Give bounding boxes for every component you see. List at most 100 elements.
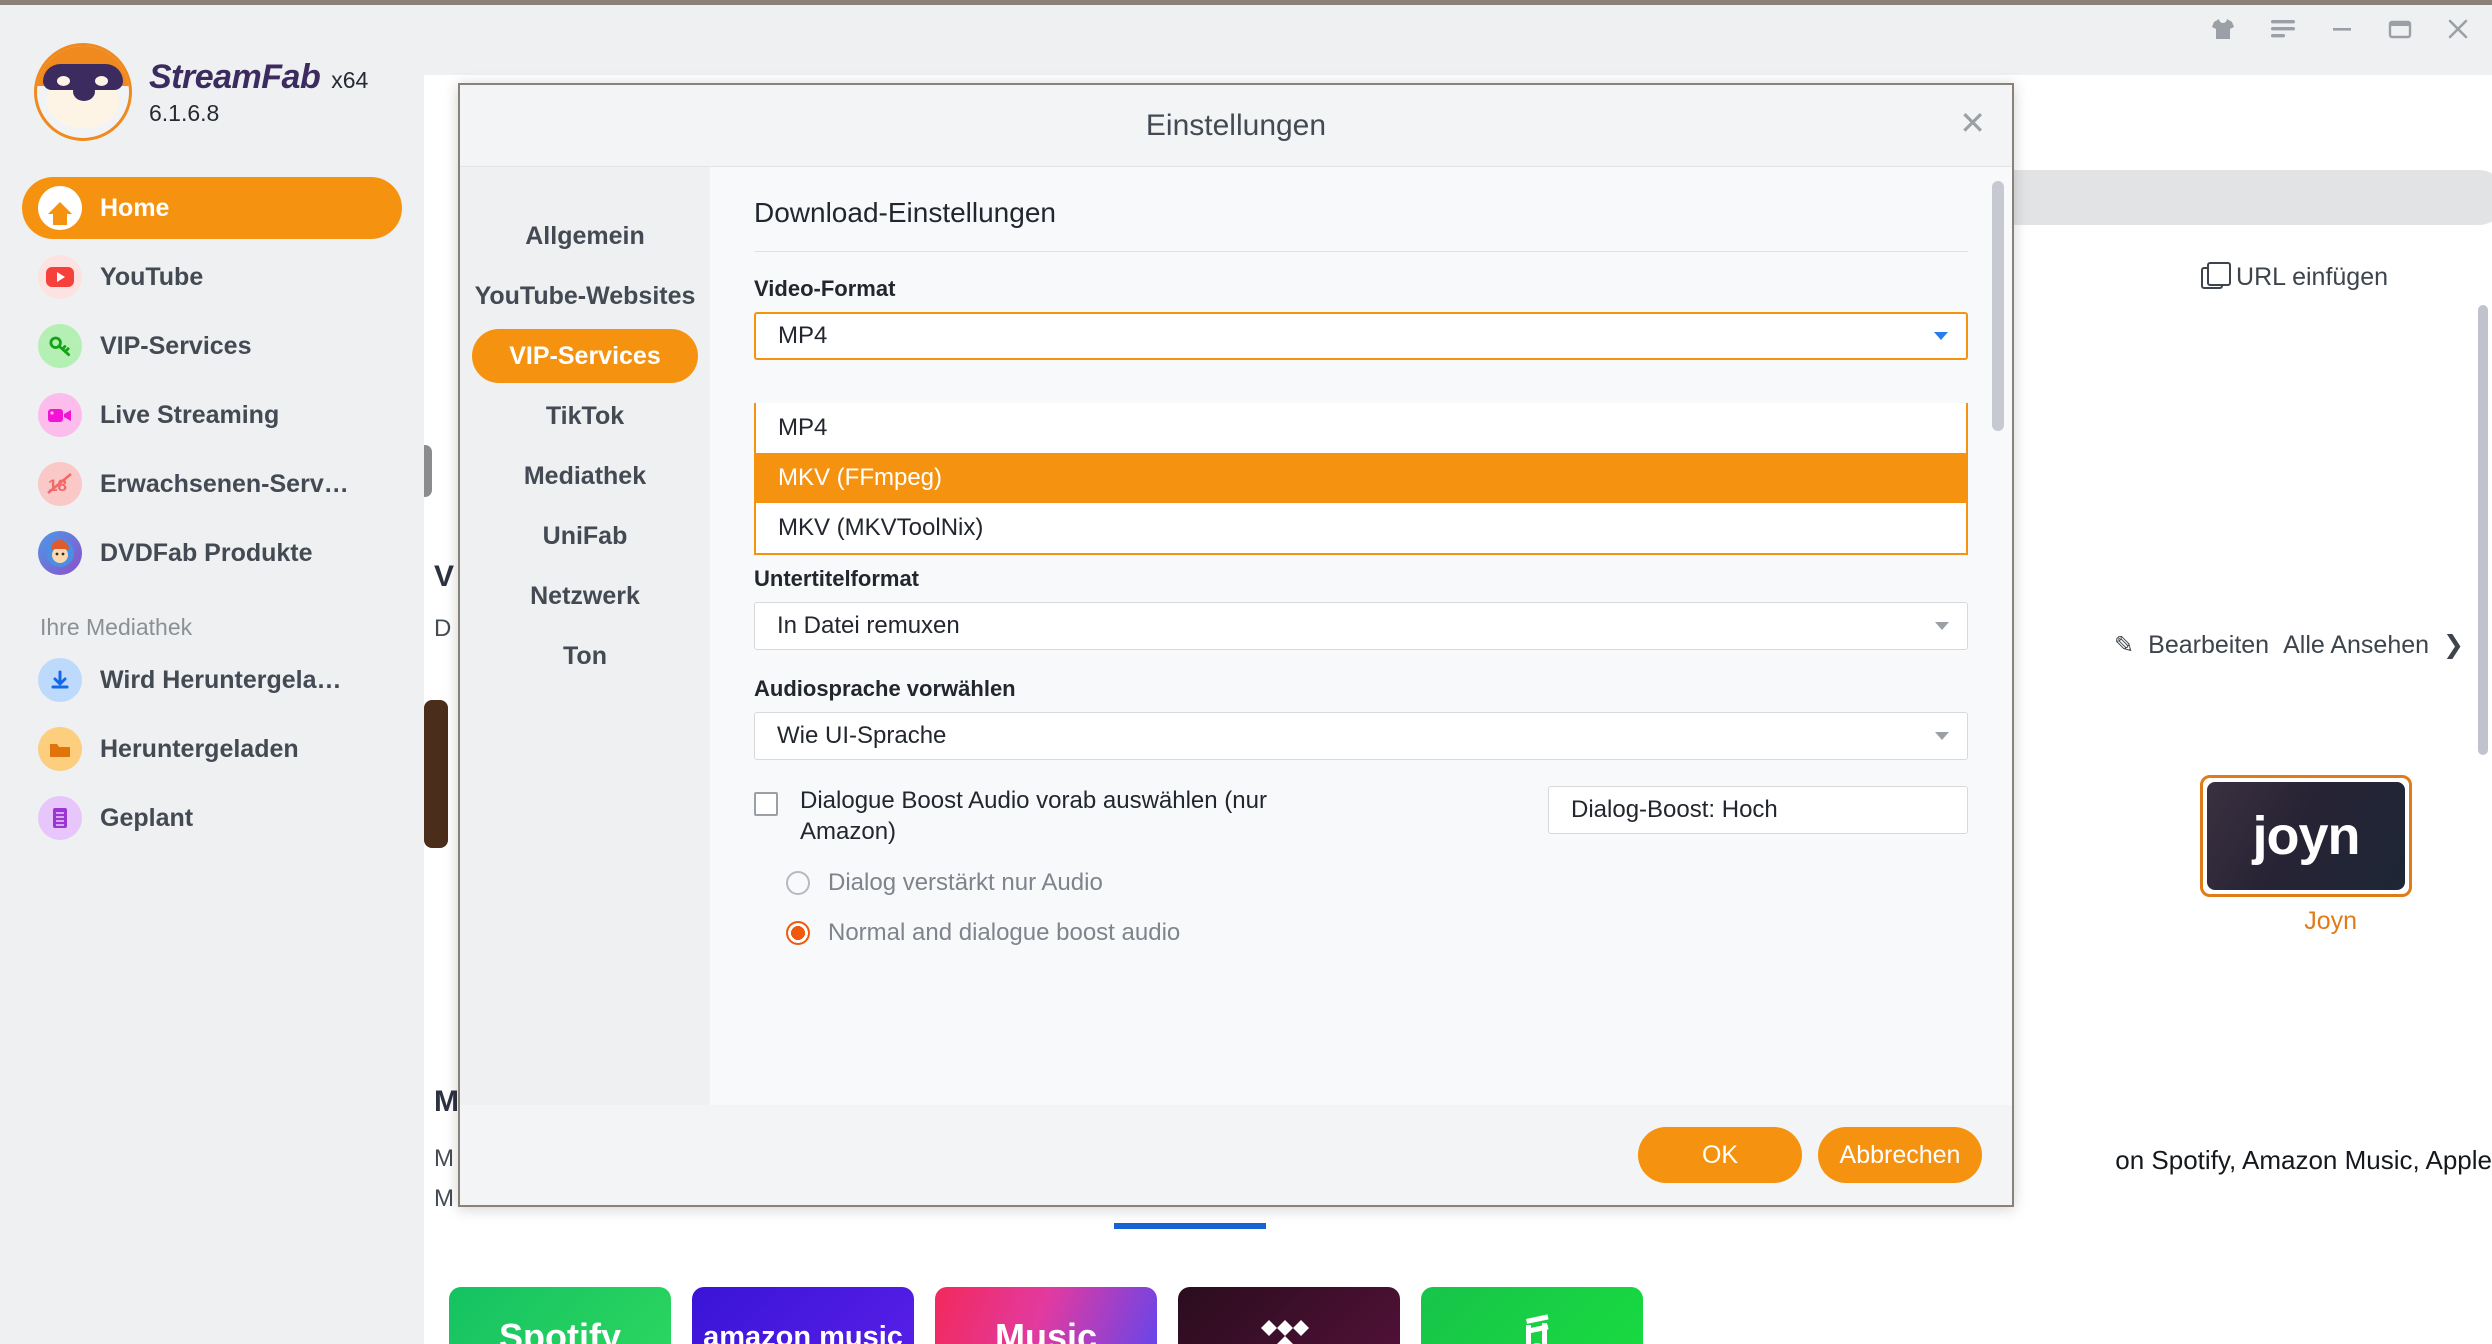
sidebar-nav: Home YouTube VIP-Services Live Streaming xyxy=(0,177,424,849)
dialog-header: Einstellungen ✕ xyxy=(460,85,2012,167)
tab-tiktok[interactable]: TikTok xyxy=(472,389,698,443)
paste-url-label: URL einfügen xyxy=(2236,263,2388,291)
cancel-button[interactable]: Abbrechen xyxy=(1818,1127,1982,1183)
view-all-button[interactable]: Alle Ansehen xyxy=(2283,631,2429,660)
chevron-down-icon xyxy=(1935,622,1949,630)
audio-language-select[interactable]: Wie UI-Sprache xyxy=(754,712,1968,760)
brand-name: StreamFab xyxy=(149,57,321,96)
dialog-content: Download-Einstellungen Video-Format MP4 … xyxy=(710,167,2012,1105)
tab-label: Mediathek xyxy=(523,461,647,490)
sidebar-resize-handle[interactable] xyxy=(424,445,432,497)
tile-amazon-music[interactable]: amazon music xyxy=(692,1287,914,1344)
sidebar-item-youtube[interactable]: YouTube xyxy=(22,246,402,308)
sidebar-item-label: YouTube xyxy=(100,262,204,291)
music-note-icon xyxy=(1526,1314,1549,1344)
video-format-value: MP4 xyxy=(778,322,828,349)
close-icon[interactable] xyxy=(2446,18,2470,44)
sidebar-item-scheduled[interactable]: Geplant xyxy=(22,787,402,849)
main-scrollbar[interactable] xyxy=(2478,305,2488,755)
joyn-card[interactable]: joyn xyxy=(2200,775,2412,897)
radio-dialog-only-label: Dialog verstärkt nur Audio xyxy=(828,869,1103,897)
tab-youtube-websites[interactable]: YouTube-Websites xyxy=(472,269,698,323)
radio-row-dialog-only: Dialog verstärkt nur Audio xyxy=(754,869,1968,897)
tab-label: Allgemein xyxy=(525,221,645,250)
tab-netzwerk[interactable]: Netzwerk xyxy=(472,569,698,623)
brand: StreamFab x64 6.1.6.8 xyxy=(0,5,424,141)
ok-button[interactable]: OK xyxy=(1638,1127,1802,1183)
minimize-button[interactable] xyxy=(2330,20,2354,42)
subtitle-format-select[interactable]: In Datei remuxen xyxy=(754,602,1968,650)
sidebar-section-title: Ihre Mediathek xyxy=(40,614,193,640)
dropdown-option[interactable]: MKV (MKVToolNix) xyxy=(756,503,1966,553)
tab-ton[interactable]: Ton xyxy=(472,629,698,683)
dvdfab-icon xyxy=(38,531,82,575)
sidebar-item-label: VIP-Services xyxy=(100,331,252,360)
tshirt-icon[interactable] xyxy=(2210,17,2236,45)
radio-normal-and-boost[interactable] xyxy=(786,921,810,946)
dialogue-boost-select[interactable]: Dialog-Boost: Hoch xyxy=(1548,786,1968,834)
dropdown-option[interactable]: MKV (FFmpeg) xyxy=(756,453,1966,503)
audio-language-value: Wie UI-Sprache xyxy=(777,722,947,749)
edit-button[interactable]: Bearbeiten xyxy=(2148,631,2269,660)
chevron-right-icon[interactable]: ❯ xyxy=(2443,630,2464,660)
folder-icon xyxy=(38,727,82,771)
sidebar-item-adult-services[interactable]: 18 Erwachsenen-Serv… xyxy=(22,453,402,515)
tile-tidal[interactable] xyxy=(1178,1287,1400,1344)
subtitle-format-label: Untertitelformat xyxy=(754,566,920,591)
bg-subtext-2a: M xyxy=(434,1145,454,1172)
home-icon xyxy=(38,186,82,230)
radio-row-normal-and-boost: Normal and dialogue boost audio xyxy=(754,919,1968,947)
sidebar-item-downloaded[interactable]: Heruntergeladen xyxy=(22,718,402,780)
tile-apple-music[interactable]: Music xyxy=(935,1287,1157,1344)
tab-mediathek[interactable]: Mediathek xyxy=(472,449,698,503)
sidebar-item-label: Wird Heruntergela… xyxy=(100,665,342,694)
sidebar-item-label: DVDFab Produkte xyxy=(100,538,313,567)
tidal-logo-icon xyxy=(1261,1320,1309,1344)
radio-dialog-only[interactable] xyxy=(786,871,810,896)
sidebar-item-downloading[interactable]: Wird Heruntergela… xyxy=(22,649,402,711)
video-format-label: Video-Format xyxy=(754,276,896,301)
dialogue-boost-label: Dialogue Boost Audio vorab auswählen (nu… xyxy=(800,787,1267,845)
sidebar-item-dvdfab-produkte[interactable]: DVDFab Produkte xyxy=(22,522,402,584)
joyn-caption: Joyn xyxy=(2304,907,2357,935)
sidebar-item-live-streaming[interactable]: Live Streaming xyxy=(22,384,402,446)
sidebar-item-label: Geplant xyxy=(100,803,194,832)
dialog-scrollbar[interactable] xyxy=(1992,181,2004,431)
tab-allgemein[interactable]: Allgemein xyxy=(472,209,698,263)
tab-label: TikTok xyxy=(545,401,625,430)
tile-spotify[interactable]: Spotify xyxy=(449,1287,671,1344)
dialog-title: Einstellungen xyxy=(1145,108,1327,142)
sidebar-item-home[interactable]: Home xyxy=(22,177,402,239)
sidebar-item-label: Home xyxy=(100,193,170,222)
key-icon xyxy=(38,324,82,368)
video-format-select[interactable]: MP4 xyxy=(754,312,1968,360)
close-icon[interactable]: ✕ xyxy=(1959,107,1986,139)
joyn-logo: joyn xyxy=(2252,806,2360,866)
dropdown-option-label: MKV (MKVToolNix) xyxy=(778,514,984,541)
tile-youtube-music[interactable] xyxy=(1421,1287,1643,1344)
dialogue-boost-value: Dialog-Boost: Hoch xyxy=(1571,796,1778,823)
chevron-down-icon xyxy=(1934,332,1948,340)
paste-url-button[interactable]: URL einfügen xyxy=(2201,261,2388,292)
sidebar: StreamFab x64 6.1.6.8 Home YouTube VIP-S… xyxy=(0,5,424,1344)
pencil-icon[interactable]: ✎ xyxy=(2114,631,2134,660)
clipboard-icon xyxy=(38,796,82,840)
tab-label: YouTube-Websites xyxy=(474,281,696,310)
dialogue-boost-checkbox[interactable] xyxy=(754,792,778,816)
sidebar-item-vip-services[interactable]: VIP-Services xyxy=(22,315,402,377)
hamburger-icon[interactable] xyxy=(2270,18,2296,44)
bg-thumbnail-strip xyxy=(424,700,448,848)
tab-unifab[interactable]: UniFab xyxy=(472,509,698,563)
edit-view-row: ✎ Bearbeiten Alle Ansehen ❯ xyxy=(2114,630,2464,660)
audio-language-label: Audiosprache vorwählen xyxy=(754,676,1016,701)
bg-subtext-1: D xyxy=(434,615,452,642)
brand-arch: x64 xyxy=(331,66,369,93)
adult-18-icon: 18 xyxy=(38,462,82,506)
bg-subtext-2b: M xyxy=(434,1185,454,1212)
dropdown-option[interactable]: MP4 xyxy=(756,403,1966,453)
tab-vip-services[interactable]: VIP-Services xyxy=(472,329,698,383)
bg-heading-2: M xyxy=(434,1085,459,1118)
video-camera-icon xyxy=(38,393,82,437)
maximize-button[interactable] xyxy=(2388,19,2412,43)
bg-heading-1: V xyxy=(434,560,455,593)
